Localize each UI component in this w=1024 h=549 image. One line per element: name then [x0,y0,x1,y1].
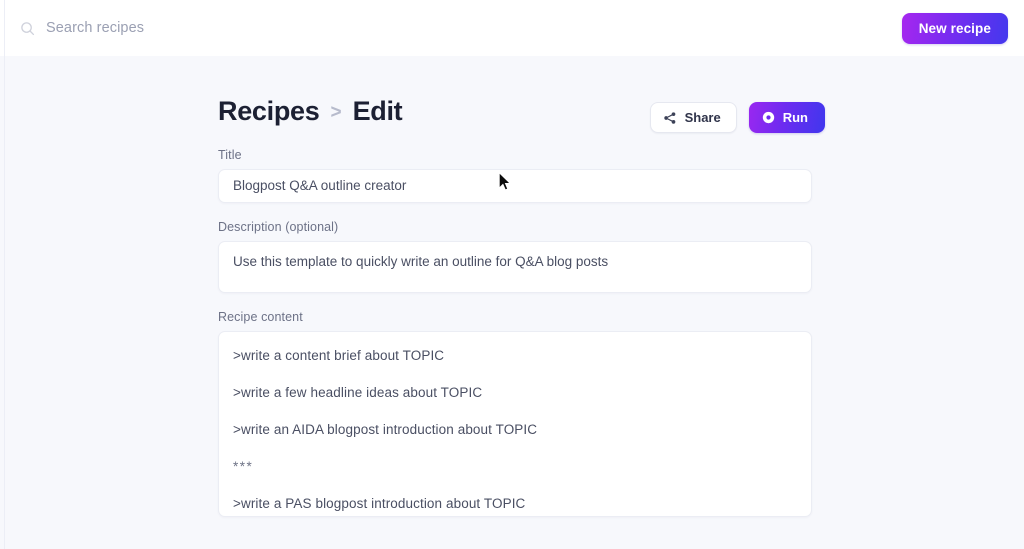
breadcrumb-item-edit: Edit [352,96,403,126]
top-bar: New recipe [0,0,1024,56]
share-button-label: Share [684,110,721,125]
search-input[interactable] [46,20,366,36]
search-bar[interactable] [20,12,366,44]
run-button[interactable]: Run [748,102,825,133]
run-button-label: Run [782,110,808,125]
main-canvas: Recipes > Edit Share Run Title Blogpost … [5,56,1024,549]
title-input[interactable]: Blogpost Q&A outline creator [218,169,812,203]
play-circle-icon [762,111,774,124]
share-button[interactable]: Share [649,102,737,133]
description-field-group: Description (optional) Use this template… [218,220,826,293]
recipe-content-line: >write a few headline ideas about TOPIC [233,385,483,400]
new-recipe-button[interactable]: New recipe [901,13,1008,44]
content-column: Recipes > Edit Share Run Title Blogpost … [218,56,826,534]
recipe-content-label: Recipe content [218,310,303,324]
recipe-content-line: *** [233,459,254,474]
page-actions: Share Run [649,102,825,133]
breadcrumb: Recipes > Edit [218,96,403,126]
recipe-content-line: >write an AIDA blogpost introduction abo… [233,422,538,437]
recipe-content-line: >write a PAS blogpost introduction about… [233,496,526,511]
sidebar-edge-divider [4,0,5,549]
chevron-right-icon: > [330,102,342,123]
title-field-group: Title Blogpost Q&A outline creator [218,148,826,203]
recipe-content-line: >write a content brief about TOPIC [233,348,445,363]
breadcrumb-item-recipes[interactable]: Recipes [218,98,320,125]
description-label: Description (optional) [218,220,339,234]
recipe-content-textarea[interactable]: >write a content brief about TOPIC >write… [218,331,812,517]
share-nodes-icon [663,111,675,124]
description-textarea[interactable]: Use this template to quickly write an ou… [218,241,812,293]
title-label: Title [218,148,242,162]
search-icon [21,21,35,35]
page-header: Recipes > Edit Share Run [218,56,826,148]
recipe-content-field-group: Recipe content >write a content brief ab… [218,310,826,517]
